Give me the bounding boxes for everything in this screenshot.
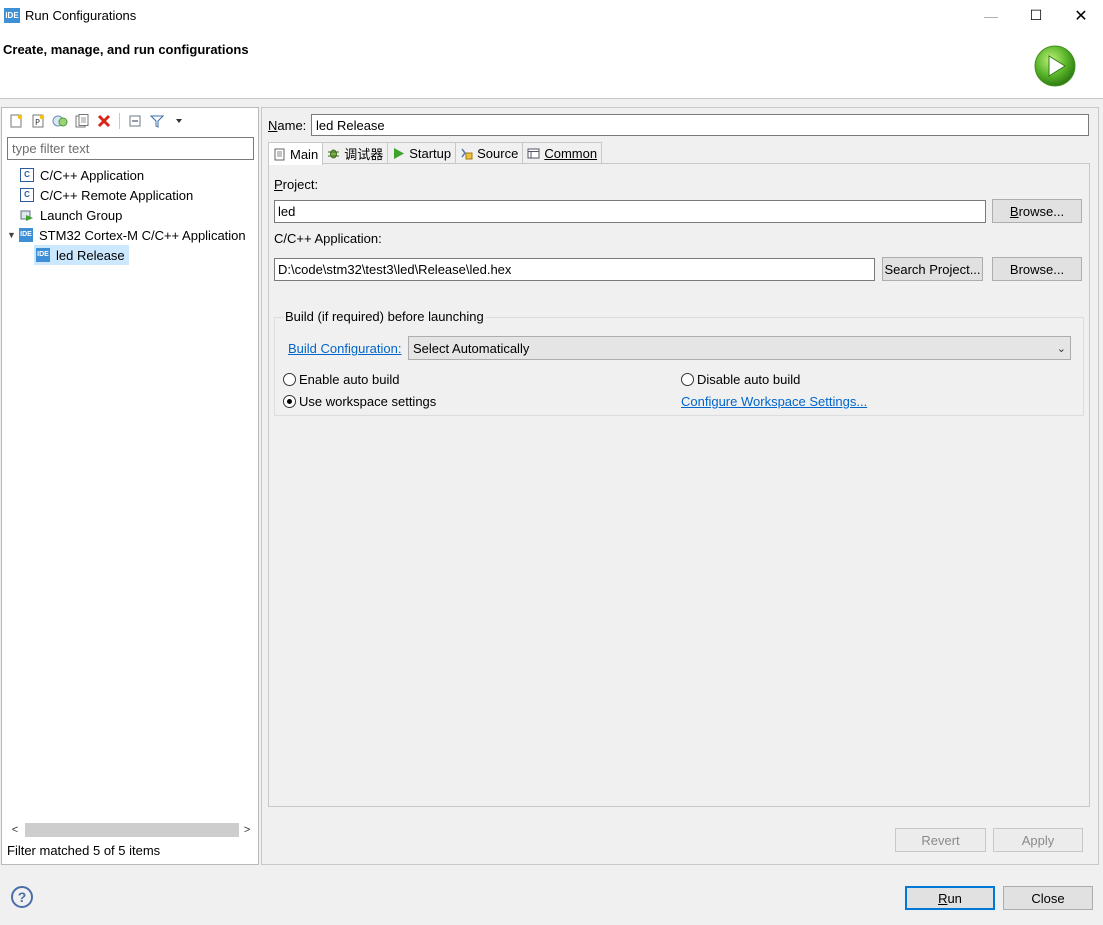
tree-item-c-remote-application[interactable]: C C/C++ Remote Application — [20, 185, 193, 205]
application-field[interactable] — [274, 258, 875, 281]
tree-item-launch-group[interactable]: Launch Group — [20, 205, 122, 225]
tab-common[interactable]: Common — [522, 142, 603, 164]
browse-application-button[interactable]: Browse... — [992, 257, 1082, 281]
app-ide-icon: IDE — [4, 8, 20, 23]
build-configuration-link[interactable]: Build Configuration: — [288, 341, 401, 356]
project-label: Project: — [274, 177, 319, 192]
dialog-header: Create, manage, and run configurations — [0, 31, 1103, 99]
duplicate-icon[interactable] — [50, 111, 70, 131]
tree-item-label: Launch Group — [40, 207, 123, 223]
tree-item-stm32-application[interactable]: ▼ IDE STM32 Cortex-M C/C++ Application — [7, 225, 246, 245]
build-configuration-value: Select Automatically — [413, 340, 530, 356]
tab-debugger[interactable]: 调试器 — [322, 142, 389, 164]
tab-label: Common — [544, 146, 598, 161]
apply-button[interactable]: Apply — [993, 828, 1083, 852]
debugger-tab-icon — [328, 149, 340, 159]
use-workspace-settings-radio[interactable]: Use workspace settings — [283, 394, 436, 409]
project-field[interactable] — [274, 200, 986, 223]
title-bar: IDE Run Configurations — ☐ ✕ — [0, 0, 1103, 31]
tab-startup[interactable]: Startup — [387, 142, 457, 164]
enable-auto-build-radio[interactable]: Enable auto build — [283, 372, 399, 387]
dialog-heading: Create, manage, and run configurations — [3, 42, 249, 57]
tree-item-led-release[interactable]: IDE led Release — [34, 245, 129, 265]
delete-icon[interactable] — [94, 111, 114, 131]
name-label: Name: — [268, 118, 307, 133]
build-group-title: Build (if required) before launching — [283, 309, 486, 324]
tab-bar: Main 调试器 Startup Source Common — [268, 142, 603, 165]
filter-input[interactable] — [7, 137, 254, 160]
tree-item-label: C/C++ Application — [40, 167, 145, 183]
new-config-icon[interactable] — [6, 111, 26, 131]
radio-label: Enable auto build — [299, 372, 400, 387]
radio-label: Use workspace settings — [299, 394, 437, 409]
window-title: Run Configurations — [25, 8, 137, 23]
main-tab-content: Project: Browse... C/C++ Application: Se… — [268, 163, 1090, 807]
main-tab-icon — [274, 148, 285, 160]
browse-project-button[interactable]: Browse... — [992, 199, 1082, 223]
config-tree-panel: P C C/C++ Application C C/C++ Remote App… — [1, 107, 259, 865]
launch-group-icon — [20, 210, 33, 221]
new-prototype-icon[interactable]: P — [28, 111, 48, 131]
chevron-down-icon: ⌄ — [1056, 342, 1066, 355]
build-group: Build (if required) before launching Bui… — [274, 309, 1084, 416]
close-button[interactable]: Close — [1003, 886, 1093, 910]
common-tab-icon — [527, 148, 540, 159]
run-button[interactable]: Run — [905, 886, 995, 910]
build-configuration-select[interactable]: Select Automatically ⌄ — [408, 336, 1071, 360]
c-remote-icon: C — [20, 188, 34, 202]
config-editor-panel: Name: Main 调试器 Startup Source Common Pro… — [261, 107, 1099, 865]
scroll-right-icon[interactable]: > — [239, 824, 255, 836]
startup-tab-icon — [394, 148, 405, 159]
configure-workspace-link[interactable]: Configure Workspace Settings... — [681, 394, 867, 409]
tree-item-label: led Release — [56, 247, 125, 263]
search-project-button[interactable]: Search Project... — [882, 257, 983, 281]
tree-toolbar: P — [6, 110, 254, 132]
application-label: C/C++ Application: — [274, 231, 382, 246]
tab-label: Source — [477, 146, 519, 161]
tab-source[interactable]: Source — [455, 142, 524, 164]
source-tab-icon — [461, 148, 473, 160]
filter-status: Filter matched 5 of 5 items — [7, 843, 161, 858]
radio-label: Disable auto build — [697, 372, 801, 387]
ide-icon: IDE — [36, 248, 50, 262]
run-play-icon — [1034, 45, 1076, 87]
export-icon[interactable] — [72, 111, 92, 131]
svg-text:P: P — [35, 118, 40, 127]
chevron-down-icon[interactable]: ▼ — [7, 230, 19, 240]
radio-circle — [681, 373, 694, 386]
tab-label: Main — [290, 146, 319, 162]
dropdown-arrow-icon[interactable] — [169, 111, 189, 131]
scrollbar-thumb[interactable] — [24, 822, 240, 837]
c-app-icon: C — [20, 168, 34, 182]
tab-label: 调试器 — [344, 147, 384, 162]
close-window-button[interactable]: ✕ — [1058, 0, 1103, 31]
collapse-all-icon[interactable] — [125, 111, 145, 131]
name-field[interactable] — [311, 114, 1089, 136]
help-icon[interactable]: ? — [11, 886, 33, 908]
toolbar-separator — [119, 113, 120, 129]
tree-item-c-application[interactable]: C C/C++ Application — [20, 165, 144, 185]
minimize-button[interactable]: — — [968, 0, 1014, 31]
revert-button[interactable]: Revert — [895, 828, 986, 852]
horizontal-scrollbar[interactable]: < > — [7, 821, 255, 838]
scroll-left-icon[interactable]: < — [7, 824, 23, 836]
radio-circle-checked — [283, 395, 296, 408]
tab-label: Startup — [409, 146, 452, 161]
disable-auto-build-radio[interactable]: Disable auto build — [681, 372, 800, 387]
tab-main[interactable]: Main — [268, 142, 324, 165]
ide-icon: IDE — [19, 228, 33, 242]
tree-item-label: C/C++ Remote Application — [40, 187, 194, 203]
maximize-button[interactable]: ☐ — [1013, 0, 1059, 31]
radio-circle — [283, 373, 296, 386]
tree-item-label: STM32 Cortex-M C/C++ Application — [39, 227, 246, 243]
filter-icon[interactable] — [147, 111, 167, 131]
